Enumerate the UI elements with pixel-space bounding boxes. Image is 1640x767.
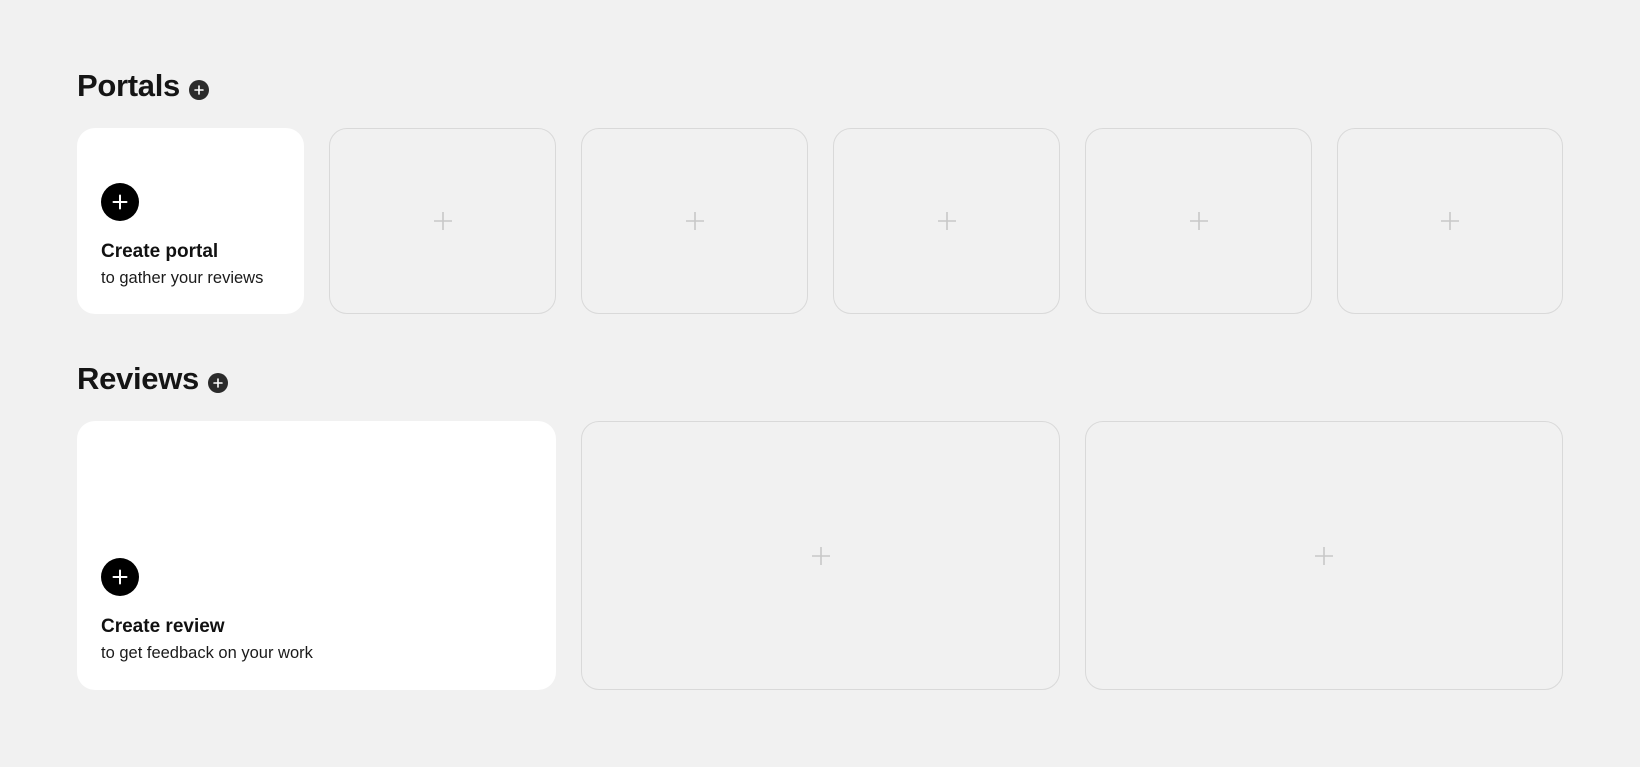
plus-icon [1315,546,1333,565]
reviews-title: Reviews [77,361,199,396]
portal-placeholder-slot[interactable] [581,128,808,314]
create-review-subtitle: to get feedback on your work [101,644,313,662]
add-review-icon[interactable] [207,373,228,393]
reviews-heading: Reviews [77,361,228,397]
create-portal-subtitle: to gather your reviews [101,269,264,287]
portal-placeholder-slot[interactable] [1337,128,1563,314]
create-portal-card[interactable]: Create portal to gather your reviews [77,128,304,314]
create-portal-title: Create portal [101,241,219,262]
review-placeholder-slot[interactable] [581,421,1060,690]
dashboard-page: Portals Create portal to gather your rev… [0,0,1640,767]
plus-icon [685,212,704,230]
portals-heading: Portals [77,68,209,104]
review-placeholder-slot[interactable] [1085,421,1563,690]
create-review-card[interactable]: Create review to get feedback on your wo… [77,421,556,690]
create-review-plus-icon[interactable] [101,558,139,596]
plus-icon [937,212,956,230]
plus-icon [1441,212,1459,230]
portal-placeholder-slot[interactable] [833,128,1060,314]
plus-icon [1189,212,1208,230]
portal-placeholder-slot[interactable] [1085,128,1312,314]
add-portal-icon[interactable] [189,80,209,100]
plus-icon [811,546,830,565]
create-portal-plus-icon[interactable] [101,183,139,221]
portals-title: Portals [77,68,180,103]
plus-icon [433,212,452,230]
create-review-title: Create review [101,616,225,637]
portal-placeholder-slot[interactable] [329,128,556,314]
